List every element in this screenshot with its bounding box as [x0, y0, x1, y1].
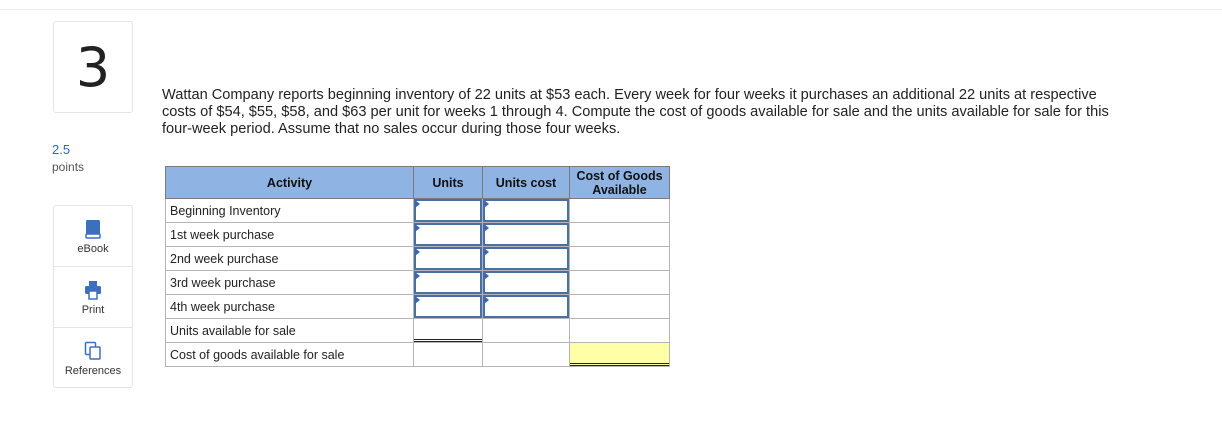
- units-input[interactable]: [414, 295, 482, 318]
- empty-cell: [570, 319, 669, 342]
- references-label: References: [64, 365, 122, 377]
- table-header-row: Activity Units Units cost Cost of Goods …: [165, 166, 670, 199]
- units-input[interactable]: [414, 247, 482, 270]
- row-label: 1st week purchase: [165, 222, 414, 247]
- units-input[interactable]: [414, 271, 482, 294]
- row-label: 2nd week purchase: [165, 246, 414, 271]
- question-number: 3: [75, 35, 111, 99]
- table-row: Beginning Inventory: [165, 198, 670, 223]
- row-label: 3rd week purchase: [165, 270, 414, 295]
- book-icon: [85, 220, 101, 239]
- units-input[interactable]: [414, 199, 482, 222]
- empty-cell: [414, 343, 482, 366]
- table-row: Units available for sale: [165, 318, 670, 343]
- unit-cost-input[interactable]: [483, 199, 569, 222]
- cost-of-goods-cell: [570, 271, 669, 294]
- header-cost-of-goods-available: Cost of Goods Available: [569, 166, 670, 199]
- tools-panel: eBook Print References: [53, 205, 133, 388]
- cost-of-goods-total-input[interactable]: [570, 343, 669, 366]
- table-row: 4th week purchase: [165, 294, 670, 319]
- units-available-input[interactable]: [414, 319, 482, 342]
- print-label: Print: [81, 304, 105, 316]
- header-units-cost: Units cost: [482, 166, 570, 199]
- print-button[interactable]: Print: [54, 267, 132, 328]
- inventory-table: Activity Units Units cost Cost of Goods …: [165, 166, 670, 367]
- row-label: Beginning Inventory: [165, 198, 414, 223]
- cost-of-goods-cell: [570, 247, 669, 270]
- ebook-button[interactable]: eBook: [54, 206, 132, 267]
- header-units: Units: [413, 166, 483, 199]
- row-label: Units available for sale: [165, 318, 414, 343]
- table-row: Cost of goods available for sale: [165, 342, 670, 367]
- printer-icon: [85, 281, 101, 300]
- references-button[interactable]: References: [54, 328, 132, 389]
- unit-cost-input[interactable]: [483, 247, 569, 270]
- header-activity: Activity: [165, 166, 414, 199]
- table-row: 1st week purchase: [165, 222, 670, 247]
- question-text: Wattan Company reports beginning invento…: [162, 87, 1109, 137]
- empty-cell: [483, 343, 569, 366]
- empty-cell: [483, 319, 569, 342]
- unit-cost-input[interactable]: [483, 295, 569, 318]
- question-number-box: 3: [53, 21, 133, 113]
- copy-pages-icon: [84, 341, 101, 360]
- cost-of-goods-cell: [570, 199, 669, 222]
- unit-cost-input[interactable]: [483, 223, 569, 246]
- row-label: 4th week purchase: [165, 294, 414, 319]
- points-value: 2.5: [52, 142, 71, 157]
- table-row: 3rd week purchase: [165, 270, 670, 295]
- cost-of-goods-cell: [570, 295, 669, 318]
- units-input[interactable]: [414, 223, 482, 246]
- cost-of-goods-cell: [570, 223, 669, 246]
- unit-cost-input[interactable]: [483, 271, 569, 294]
- points-label: points: [52, 160, 85, 174]
- ebook-label: eBook: [77, 243, 109, 255]
- top-divider: [0, 9, 1222, 10]
- row-label: Cost of goods available for sale: [165, 342, 414, 367]
- table-row: 2nd week purchase: [165, 246, 670, 271]
